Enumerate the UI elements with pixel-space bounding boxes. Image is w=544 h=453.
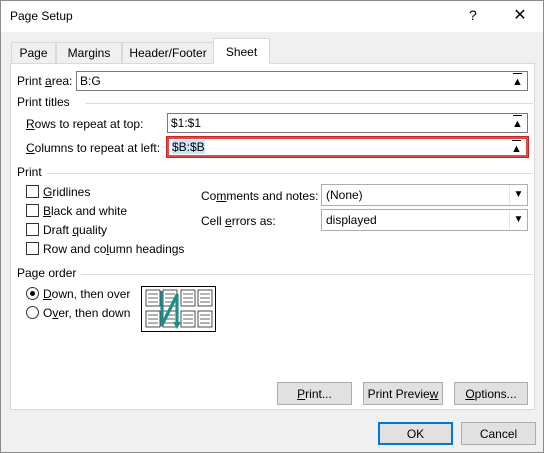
collapse-dialog-icon[interactable]: ▲ [509, 73, 526, 89]
comments-notes-value: (None) [326, 188, 363, 202]
rows-repeat-input[interactable]: $1:$1 ▲ [167, 113, 528, 133]
down-then-over-label: Down, then over [43, 287, 131, 301]
print-heading: Print [17, 165, 42, 179]
gridlines-label: Gridlines [43, 185, 91, 199]
draft-quality-label: Draft quality [43, 223, 108, 237]
columns-repeat-input[interactable]: $B:$B ▲ [166, 136, 529, 158]
window-title: Page Setup [10, 9, 73, 23]
over-then-down-radio[interactable] [26, 306, 39, 319]
page-order-diagram-icon [141, 286, 216, 332]
comments-notes-label: Comments and notes: [201, 189, 319, 203]
chevron-down-icon[interactable]: ▼ [509, 185, 527, 205]
close-button[interactable]: ✕ [505, 4, 535, 28]
cell-errors-value: displayed [326, 213, 377, 227]
tab-margins[interactable]: Margins [56, 42, 122, 63]
over-then-down-label: Over, then down [43, 306, 131, 320]
options-button[interactable]: Options... [454, 382, 528, 405]
ok-button[interactable]: OK [378, 422, 453, 445]
help-button[interactable]: ? [469, 7, 477, 23]
print-titles-divider [85, 103, 533, 104]
print-divider [47, 173, 533, 174]
comments-notes-select[interactable]: (None) ▼ [321, 184, 528, 206]
row-col-headings-checkbox[interactable] [26, 242, 39, 255]
cell-errors-label: Cell errors as: [201, 214, 276, 228]
chevron-down-icon[interactable]: ▼ [509, 210, 527, 230]
tab-header-footer[interactable]: Header/Footer [122, 42, 214, 63]
print-titles-heading: Print titles [17, 95, 70, 109]
print-area-label: Print area: [17, 74, 73, 88]
print-area-input[interactable]: B:G ▲ [76, 71, 528, 91]
print-button[interactable]: Print... [277, 382, 352, 405]
rows-repeat-value: $1:$1 [171, 116, 202, 130]
title-bar: Page Setup ? ✕ [1, 1, 543, 32]
black-white-label: Black and white [43, 204, 128, 218]
print-preview-button[interactable]: Print Preview [363, 382, 443, 405]
columns-repeat-value: $B:$B [172, 140, 205, 154]
page-setup-dialog: Page Setup ? ✕ Page Margins Header/Foote… [0, 0, 544, 453]
gridlines-checkbox[interactable] [26, 185, 39, 198]
columns-repeat-label: Columns to repeat at left: [26, 141, 161, 155]
black-white-checkbox[interactable] [26, 204, 39, 217]
cell-errors-select[interactable]: displayed ▼ [321, 209, 528, 231]
tab-sheet[interactable]: Sheet [213, 38, 270, 64]
collapse-dialog-icon[interactable]: ▲ [509, 115, 526, 131]
page-order-divider [81, 274, 533, 275]
rows-repeat-label: Rows to repeat at top: [26, 117, 144, 131]
page-order-heading: Page order [17, 266, 77, 280]
cancel-button[interactable]: Cancel [461, 422, 536, 445]
draft-quality-checkbox[interactable] [26, 223, 39, 236]
row-col-headings-label: Row and column headings [43, 242, 185, 256]
print-area-value: B:G [80, 74, 101, 88]
collapse-dialog-icon[interactable]: ▲ [508, 140, 525, 156]
down-then-over-radio[interactable] [26, 287, 39, 300]
tab-page[interactable]: Page [11, 42, 56, 63]
